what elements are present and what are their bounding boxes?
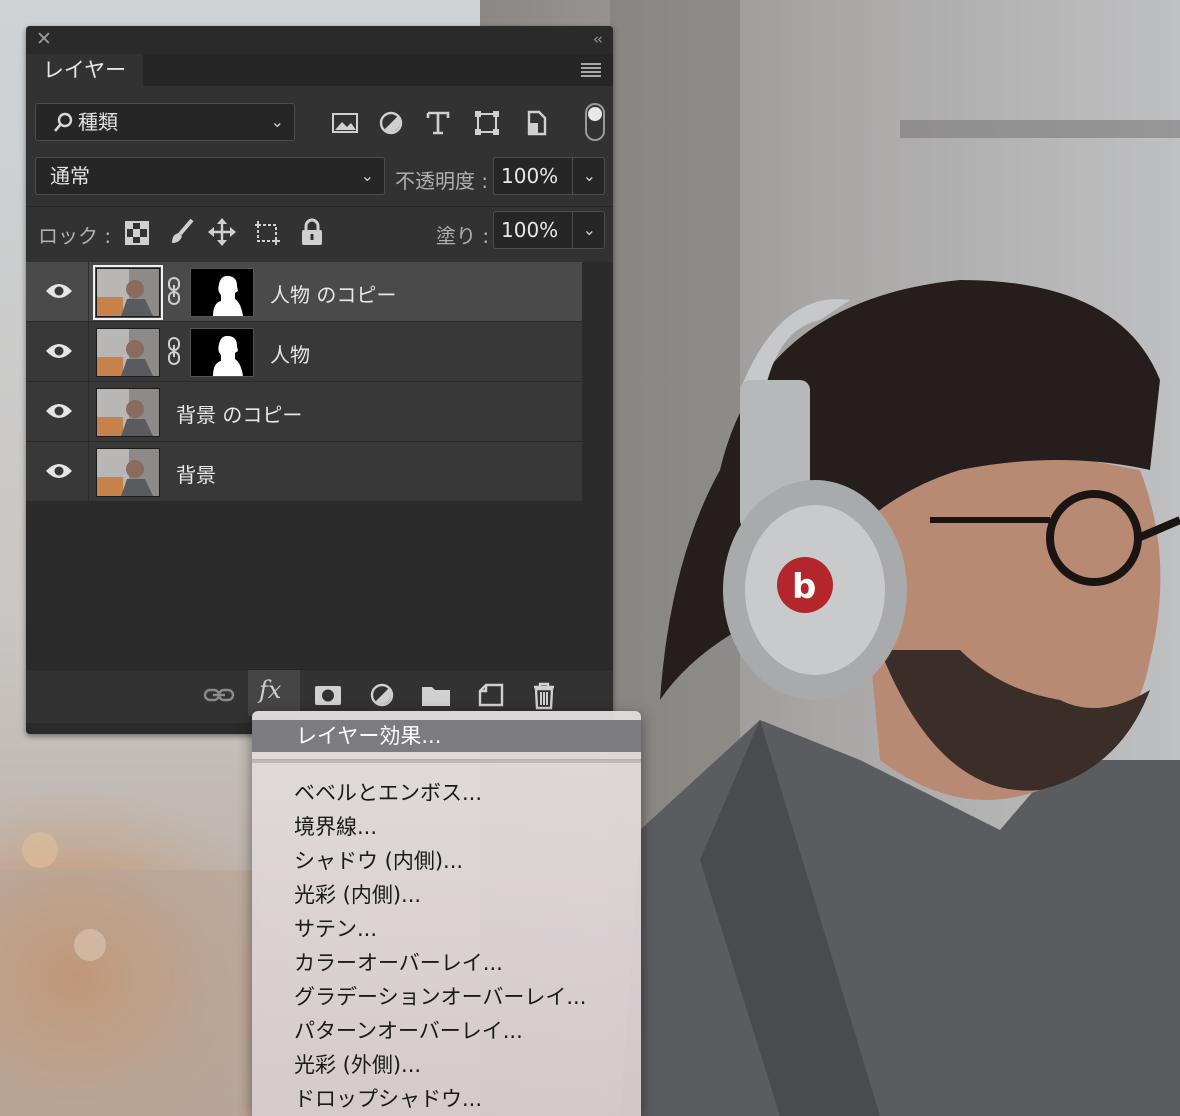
eye-icon[interactable] [45,341,73,361]
filter-toggle-switch[interactable] [585,103,605,141]
panel-menu-icon[interactable] [581,63,601,77]
panel-titlebar: ✕ ‹‹ [26,26,613,54]
mask-link-icon[interactable] [166,336,182,366]
layer-name[interactable]: 背景 のコピー [176,399,302,428]
menu-item-inner-glow[interactable]: 光彩 (内側)... [294,879,421,911]
menu-item-layer-effects[interactable]: レイヤー効果... [252,720,641,752]
layer-list: 人物 のコピー 人物 背景 のコピー 背景 [26,262,613,669]
menu-item-drop-shadow[interactable]: ドロップシャドウ... [294,1083,482,1115]
adjustment-layer-icon[interactable] [365,680,399,710]
blend-mode-dropdown[interactable]: 通常 ⌄ [35,157,385,195]
menu-item-gradient-overlay[interactable]: グラデーションオーバーレイ... [294,981,586,1013]
layer-name[interactable]: 人物 のコピー [270,279,396,308]
search-icon [54,112,73,132]
add-mask-icon[interactable] [311,680,345,710]
layers-panel: ✕ ‹‹ レイヤー 種類 ⌄ 通常 ⌄ 不透明度 : 100% ⌄ ロック: … [26,26,613,734]
eye-icon[interactable] [45,461,73,481]
pixel-filter-icon[interactable] [329,108,361,138]
tab-bar: レイヤー [26,54,613,86]
menu-item-color-overlay[interactable]: カラーオーバーレイ... [294,947,503,979]
chevron-down-icon: ⌄ [270,112,284,131]
layer-name[interactable]: 背景 [176,459,216,488]
menu-item-inner-shadow[interactable]: シャドウ (内側)... [294,845,463,877]
chevron-down-icon[interactable]: ⌄ [583,212,596,248]
adjustment-filter-icon[interactable] [375,108,407,138]
divider [26,206,613,207]
scrollbar[interactable] [584,262,610,669]
fill-input[interactable]: 100% ⌄ [493,211,605,249]
menu-item-bevel-emboss[interactable]: ベベルとエンボス... [294,777,482,809]
close-icon[interactable]: ✕ [36,28,52,50]
lock-transparent-pixels-icon[interactable] [122,216,152,248]
link-layers-icon[interactable] [202,680,236,710]
new-layer-icon[interactable] [473,680,507,710]
lock-label: ロック : [38,224,112,248]
layer-thumbnail[interactable] [96,448,160,497]
layer-thumbnail[interactable] [96,388,160,437]
fx-icon: fx [259,676,282,704]
opacity-label: 不透明度 : [395,169,489,193]
svg-text:b: b [792,567,816,607]
kind-filter-label: 種類 [78,110,118,134]
layer-row[interactable]: 人物 のコピー [26,262,582,322]
chevron-down-icon[interactable]: ⌄ [583,158,596,194]
smart-object-filter-icon[interactable] [520,108,552,138]
menu-item-label: レイヤー効果... [296,724,442,748]
eye-icon[interactable] [45,281,73,301]
menu-item-pattern-overlay[interactable]: パターンオーバーレイ... [294,1015,523,1047]
layer-mask-thumbnail[interactable] [190,328,254,377]
menu-item-stroke[interactable]: 境界線... [294,811,377,843]
menu-separator [252,759,641,763]
collapse-icon[interactable]: ‹‹ [593,30,603,48]
shape-filter-icon[interactable] [471,108,503,138]
type-filter-icon[interactable] [422,108,454,138]
fill-value: 100% [501,218,559,242]
tab-layers[interactable]: レイヤー [26,54,143,86]
new-group-icon[interactable] [419,680,453,710]
lock-all-icon[interactable] [297,216,327,248]
fx-button[interactable]: fx [248,670,300,716]
kind-filter-dropdown[interactable]: 種類 ⌄ [35,103,295,141]
layer-row[interactable]: 人物 [26,322,582,382]
opacity-input[interactable]: 100% ⌄ [493,157,605,195]
blend-mode-label: 通常 [50,164,90,188]
layer-name[interactable]: 人物 [270,339,310,368]
delete-icon[interactable] [527,680,561,710]
eye-icon[interactable] [45,401,73,421]
chevron-down-icon: ⌄ [360,166,374,185]
layer-mask-thumbnail[interactable] [190,268,254,317]
fill-label: 塗り : [436,224,490,248]
lock-artboard-icon[interactable] [252,216,282,248]
lock-image-pixels-icon[interactable] [166,216,196,248]
opacity-value: 100% [501,164,559,188]
mask-link-icon[interactable] [166,276,182,306]
menu-item-satin[interactable]: サテン... [294,913,377,945]
layer-row[interactable]: 背景 [26,442,582,502]
layer-thumbnail[interactable] [93,265,163,320]
menu-item-outer-glow[interactable]: 光彩 (外側)... [294,1049,421,1081]
layer-row[interactable]: 背景 のコピー [26,382,582,442]
lock-position-icon[interactable] [207,216,237,248]
layer-thumbnail[interactable] [96,328,160,377]
layer-effects-menu: レイヤー効果... ベベルとエンボス... 境界線... シャドウ (内側)..… [252,711,641,1116]
